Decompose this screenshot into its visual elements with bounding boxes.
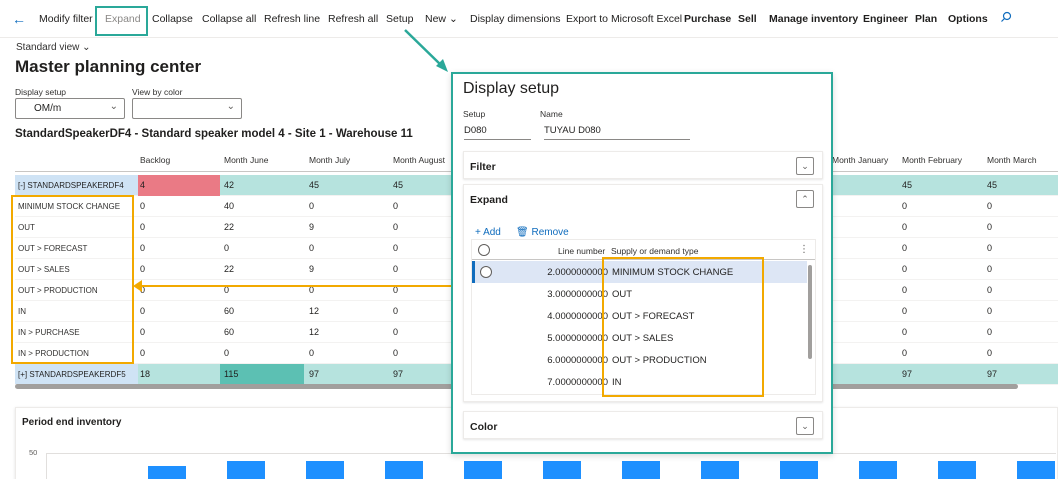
add-label: Add	[483, 227, 501, 238]
more-options-icon[interactable]: ⋮	[799, 244, 809, 255]
color-section[interactable]: Color ⌄	[463, 411, 823, 439]
plus-icon: +	[475, 227, 481, 238]
filter-section[interactable]: Filter ⌄	[463, 151, 823, 179]
color-title: Color	[470, 421, 498, 433]
line-number: 5.0000000000	[547, 333, 608, 344]
line-number: 4.0000000000	[547, 311, 608, 322]
setup-label: Setup	[463, 109, 486, 119]
vertical-scrollbar[interactable]	[808, 265, 812, 359]
dialog-title: Display setup	[463, 80, 560, 97]
chevron-down-icon[interactable]: ⌄	[796, 157, 814, 175]
expand-types-highlight-box	[602, 257, 764, 397]
filter-title: Filter	[470, 161, 496, 173]
line-number: 7.0000000000	[547, 377, 608, 388]
name-field[interactable]: TUYAU D080	[544, 125, 690, 140]
name-label: Name	[540, 109, 563, 119]
trash-icon: 🗑	[516, 227, 529, 238]
expand-title: Expand	[470, 194, 508, 206]
col-supply-demand-type[interactable]: Supply or demand type	[611, 246, 698, 256]
line-number: 6.0000000000	[547, 355, 608, 366]
remove-label: Remove	[531, 227, 569, 238]
select-all-radio[interactable]	[478, 244, 490, 256]
col-line-number[interactable]: Line number	[558, 246, 605, 256]
row-radio[interactable]	[480, 266, 492, 278]
chevron-up-icon[interactable]: ⌃	[796, 190, 814, 208]
remove-button[interactable]: 🗑 Remove	[516, 227, 569, 238]
chevron-down-icon[interactable]: ⌄	[796, 417, 814, 435]
line-number: 3.0000000000	[547, 289, 608, 300]
add-button[interactable]: + Add	[475, 227, 501, 238]
setup-field[interactable]: D080	[464, 125, 531, 140]
line-number: 2.0000000000	[547, 267, 608, 278]
